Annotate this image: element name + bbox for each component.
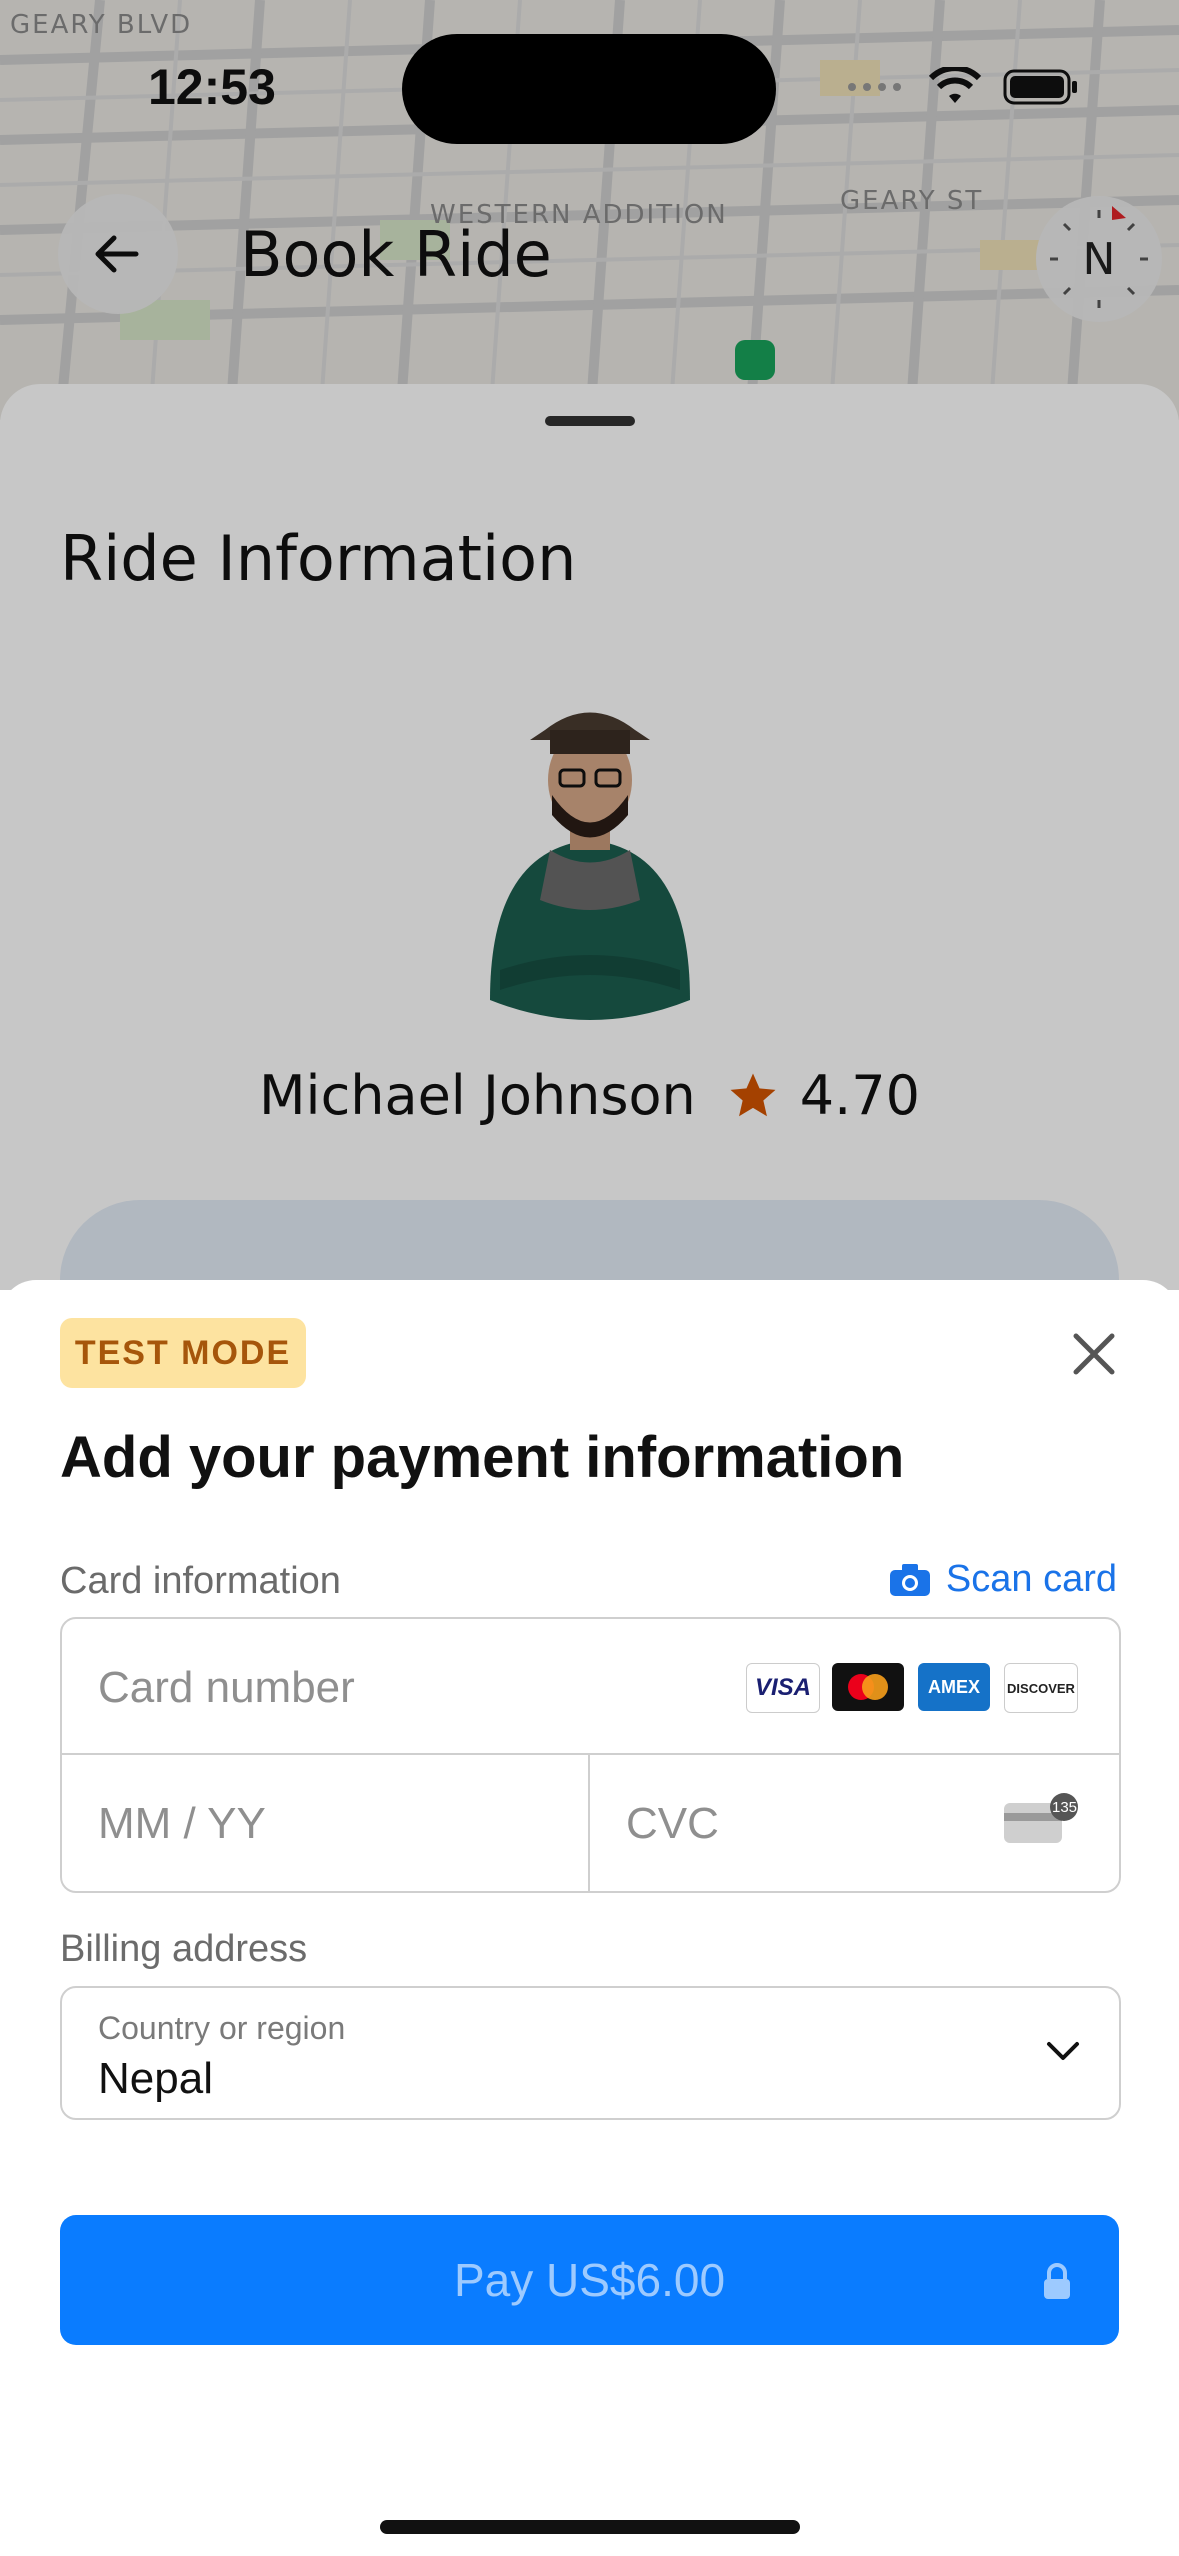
- expiry-input[interactable]: MM / YY: [98, 1799, 266, 1849]
- visa-icon: VISA: [746, 1663, 820, 1713]
- mastercard-icon: [832, 1663, 904, 1711]
- scan-card-button[interactable]: Scan card: [888, 1558, 1117, 1601]
- cvc-input[interactable]: CVC: [626, 1799, 719, 1849]
- modal-backdrop[interactable]: [0, 0, 1179, 1290]
- pay-button-label: Pay US$6.00: [453, 2254, 726, 2306]
- discover-icon: DISCOVER: [1004, 1663, 1078, 1713]
- amex-icon: AMEX: [918, 1663, 990, 1711]
- payment-title: Add your payment information: [60, 1425, 905, 1490]
- billing-address-label: Billing address: [60, 1928, 308, 1970]
- divider: [62, 1753, 1119, 1755]
- divider: [588, 1755, 590, 1891]
- camera-icon: [889, 1563, 930, 1596]
- country-value: Nepal: [98, 2054, 213, 2103]
- card-input-group: Card number VISA AMEX DISCOVER MM / YY C…: [60, 1617, 1121, 1893]
- country-select[interactable]: Country or region Nepal: [60, 1986, 1121, 2120]
- cvc-card-icon: 135: [1002, 1791, 1086, 1851]
- chevron-down-icon: [1047, 2042, 1079, 2060]
- card-number-input[interactable]: Card number: [98, 1663, 355, 1713]
- country-label: Country or region: [98, 2010, 346, 2046]
- close-button[interactable]: [1066, 1326, 1122, 1382]
- home-indicator[interactable]: [380, 2520, 800, 2534]
- cvc-hint: 135: [1052, 1799, 1078, 1816]
- test-mode-badge: TEST MODE: [60, 1318, 306, 1388]
- close-icon: [1073, 1333, 1115, 1375]
- pay-button[interactable]: Pay US$6.00: [60, 2215, 1119, 2345]
- lock-icon: [1044, 2263, 1070, 2299]
- card-info-label: Card information: [60, 1560, 341, 1602]
- scan-card-label: Scan card: [945, 1558, 1117, 1600]
